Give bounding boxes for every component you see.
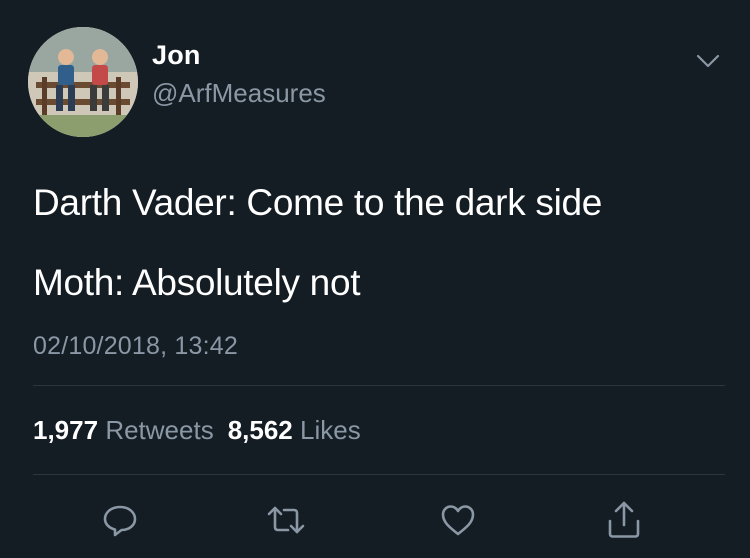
divider xyxy=(33,385,725,386)
retweets-label: Retweets xyxy=(105,415,214,445)
retweet-icon xyxy=(267,506,305,534)
tweet-timestamp: 02/10/2018, 13:42 xyxy=(33,332,238,360)
divider xyxy=(33,474,725,475)
chevron-down-icon xyxy=(696,54,720,68)
display-name[interactable]: Jon xyxy=(152,40,201,71)
tweet-stats: 1,977 Retweets 8,562 Likes xyxy=(33,415,361,446)
like-button[interactable] xyxy=(436,498,480,542)
retweets-count: 1,977 xyxy=(33,415,99,445)
retweets-stat[interactable]: 1,977 Retweets xyxy=(33,415,214,445)
user-handle[interactable]: @ArfMeasures xyxy=(152,78,326,109)
heart-icon xyxy=(441,505,475,536)
share-icon xyxy=(608,501,640,538)
likes-stat[interactable]: 8,562 Likes xyxy=(228,415,361,445)
avatar-image xyxy=(28,27,138,137)
reply-icon xyxy=(103,505,137,537)
more-options-button[interactable] xyxy=(694,50,722,72)
tweet-card: Jon @ArfMeasures Darth Vader: Come to th… xyxy=(0,0,750,558)
avatar[interactable] xyxy=(28,27,138,137)
share-button[interactable] xyxy=(602,498,646,542)
retweet-button[interactable] xyxy=(264,498,308,542)
tweet-text-line: Darth Vader: Come to the dark side xyxy=(33,182,603,223)
reply-button[interactable] xyxy=(98,498,142,542)
likes-count: 8,562 xyxy=(227,415,293,445)
tweet-text-line: Moth: Absolutely not xyxy=(33,262,361,303)
likes-label: Likes xyxy=(300,415,361,445)
